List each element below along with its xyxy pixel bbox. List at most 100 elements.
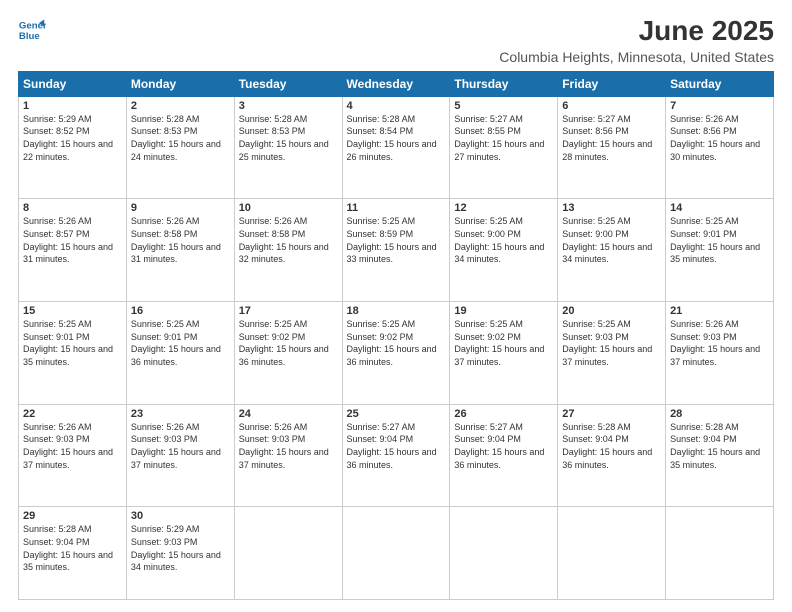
day-number: 29: [23, 510, 122, 522]
col-saturday: Saturday: [666, 71, 774, 96]
day-info: Sunrise: 5:25 AM Sunset: 9:00 PM Dayligh…: [562, 215, 661, 265]
day-cell-12: 12 Sunrise: 5:25 AM Sunset: 9:00 PM Dayl…: [450, 199, 558, 302]
logo-icon: General Blue: [18, 16, 46, 44]
day-number: 4: [347, 100, 446, 112]
day-info: Sunrise: 5:29 AM Sunset: 8:52 PM Dayligh…: [23, 113, 122, 163]
day-cell-3: 3 Sunrise: 5:28 AM Sunset: 8:53 PM Dayli…: [234, 96, 342, 199]
day-cell-29: 29 Sunrise: 5:28 AM Sunset: 9:04 PM Dayl…: [19, 507, 127, 600]
day-cell-10: 10 Sunrise: 5:26 AM Sunset: 8:58 PM Dayl…: [234, 199, 342, 302]
day-number: 19: [454, 305, 553, 317]
week-row-1: 1 Sunrise: 5:29 AM Sunset: 8:52 PM Dayli…: [19, 96, 774, 199]
day-cell-14: 14 Sunrise: 5:25 AM Sunset: 9:01 PM Dayl…: [666, 199, 774, 302]
day-info: Sunrise: 5:29 AM Sunset: 9:03 PM Dayligh…: [131, 523, 230, 573]
day-cell-23: 23 Sunrise: 5:26 AM Sunset: 9:03 PM Dayl…: [126, 404, 234, 507]
day-number: 24: [239, 408, 338, 420]
day-info: Sunrise: 5:26 AM Sunset: 8:56 PM Dayligh…: [670, 113, 769, 163]
day-cell-2: 2 Sunrise: 5:28 AM Sunset: 8:53 PM Dayli…: [126, 96, 234, 199]
day-info: Sunrise: 5:28 AM Sunset: 9:04 PM Dayligh…: [670, 421, 769, 471]
day-number: 12: [454, 202, 553, 214]
day-number: 18: [347, 305, 446, 317]
day-info: Sunrise: 5:25 AM Sunset: 9:02 PM Dayligh…: [239, 318, 338, 368]
header: General Blue June 2025 Columbia Heights,…: [18, 16, 774, 65]
day-info: Sunrise: 5:26 AM Sunset: 8:57 PM Dayligh…: [23, 215, 122, 265]
week-row-2: 8 Sunrise: 5:26 AM Sunset: 8:57 PM Dayli…: [19, 199, 774, 302]
empty-cell: [234, 507, 342, 600]
day-cell-1: 1 Sunrise: 5:29 AM Sunset: 8:52 PM Dayli…: [19, 96, 127, 199]
day-number: 2: [131, 100, 230, 112]
day-info: Sunrise: 5:27 AM Sunset: 9:04 PM Dayligh…: [347, 421, 446, 471]
day-number: 17: [239, 305, 338, 317]
col-thursday: Thursday: [450, 71, 558, 96]
day-info: Sunrise: 5:25 AM Sunset: 9:00 PM Dayligh…: [454, 215, 553, 265]
empty-cell: [558, 507, 666, 600]
day-number: 16: [131, 305, 230, 317]
day-number: 15: [23, 305, 122, 317]
main-title: June 2025: [499, 16, 774, 47]
day-info: Sunrise: 5:27 AM Sunset: 8:56 PM Dayligh…: [562, 113, 661, 163]
day-number: 30: [131, 510, 230, 522]
day-number: 5: [454, 100, 553, 112]
svg-text:Blue: Blue: [19, 31, 40, 42]
day-number: 8: [23, 202, 122, 214]
week-row-3: 15 Sunrise: 5:25 AM Sunset: 9:01 PM Dayl…: [19, 302, 774, 405]
col-tuesday: Tuesday: [234, 71, 342, 96]
day-number: 3: [239, 100, 338, 112]
day-info: Sunrise: 5:25 AM Sunset: 9:01 PM Dayligh…: [23, 318, 122, 368]
day-cell-6: 6 Sunrise: 5:27 AM Sunset: 8:56 PM Dayli…: [558, 96, 666, 199]
day-cell-4: 4 Sunrise: 5:28 AM Sunset: 8:54 PM Dayli…: [342, 96, 450, 199]
day-info: Sunrise: 5:28 AM Sunset: 9:04 PM Dayligh…: [23, 523, 122, 573]
day-number: 26: [454, 408, 553, 420]
day-cell-30: 30 Sunrise: 5:29 AM Sunset: 9:03 PM Dayl…: [126, 507, 234, 600]
day-number: 23: [131, 408, 230, 420]
day-cell-9: 9 Sunrise: 5:26 AM Sunset: 8:58 PM Dayli…: [126, 199, 234, 302]
day-number: 13: [562, 202, 661, 214]
day-info: Sunrise: 5:26 AM Sunset: 9:03 PM Dayligh…: [239, 421, 338, 471]
day-info: Sunrise: 5:27 AM Sunset: 9:04 PM Dayligh…: [454, 421, 553, 471]
day-number: 9: [131, 202, 230, 214]
day-number: 1: [23, 100, 122, 112]
day-cell-13: 13 Sunrise: 5:25 AM Sunset: 9:00 PM Dayl…: [558, 199, 666, 302]
day-cell-17: 17 Sunrise: 5:25 AM Sunset: 9:02 PM Dayl…: [234, 302, 342, 405]
day-cell-21: 21 Sunrise: 5:26 AM Sunset: 9:03 PM Dayl…: [666, 302, 774, 405]
day-info: Sunrise: 5:25 AM Sunset: 8:59 PM Dayligh…: [347, 215, 446, 265]
day-cell-28: 28 Sunrise: 5:28 AM Sunset: 9:04 PM Dayl…: [666, 404, 774, 507]
day-number: 11: [347, 202, 446, 214]
empty-cell: [666, 507, 774, 600]
col-monday: Monday: [126, 71, 234, 96]
col-friday: Friday: [558, 71, 666, 96]
day-info: Sunrise: 5:25 AM Sunset: 9:03 PM Dayligh…: [562, 318, 661, 368]
logo: General Blue: [18, 16, 46, 44]
empty-cell: [342, 507, 450, 600]
day-cell-22: 22 Sunrise: 5:26 AM Sunset: 9:03 PM Dayl…: [19, 404, 127, 507]
day-info: Sunrise: 5:25 AM Sunset: 9:02 PM Dayligh…: [454, 318, 553, 368]
day-number: 25: [347, 408, 446, 420]
day-info: Sunrise: 5:25 AM Sunset: 9:01 PM Dayligh…: [131, 318, 230, 368]
day-cell-18: 18 Sunrise: 5:25 AM Sunset: 9:02 PM Dayl…: [342, 302, 450, 405]
day-info: Sunrise: 5:28 AM Sunset: 8:53 PM Dayligh…: [131, 113, 230, 163]
day-cell-19: 19 Sunrise: 5:25 AM Sunset: 9:02 PM Dayl…: [450, 302, 558, 405]
day-cell-5: 5 Sunrise: 5:27 AM Sunset: 8:55 PM Dayli…: [450, 96, 558, 199]
week-row-5: 29 Sunrise: 5:28 AM Sunset: 9:04 PM Dayl…: [19, 507, 774, 600]
day-number: 7: [670, 100, 769, 112]
day-info: Sunrise: 5:26 AM Sunset: 9:03 PM Dayligh…: [670, 318, 769, 368]
day-number: 21: [670, 305, 769, 317]
day-cell-26: 26 Sunrise: 5:27 AM Sunset: 9:04 PM Dayl…: [450, 404, 558, 507]
calendar-header-row: Sunday Monday Tuesday Wednesday Thursday…: [19, 71, 774, 96]
day-number: 28: [670, 408, 769, 420]
day-cell-16: 16 Sunrise: 5:25 AM Sunset: 9:01 PM Dayl…: [126, 302, 234, 405]
day-info: Sunrise: 5:26 AM Sunset: 8:58 PM Dayligh…: [131, 215, 230, 265]
day-info: Sunrise: 5:26 AM Sunset: 8:58 PM Dayligh…: [239, 215, 338, 265]
day-cell-7: 7 Sunrise: 5:26 AM Sunset: 8:56 PM Dayli…: [666, 96, 774, 199]
week-row-4: 22 Sunrise: 5:26 AM Sunset: 9:03 PM Dayl…: [19, 404, 774, 507]
day-cell-15: 15 Sunrise: 5:25 AM Sunset: 9:01 PM Dayl…: [19, 302, 127, 405]
empty-cell: [450, 507, 558, 600]
day-cell-20: 20 Sunrise: 5:25 AM Sunset: 9:03 PM Dayl…: [558, 302, 666, 405]
day-cell-11: 11 Sunrise: 5:25 AM Sunset: 8:59 PM Dayl…: [342, 199, 450, 302]
day-info: Sunrise: 5:26 AM Sunset: 9:03 PM Dayligh…: [23, 421, 122, 471]
col-sunday: Sunday: [19, 71, 127, 96]
day-info: Sunrise: 5:28 AM Sunset: 8:53 PM Dayligh…: [239, 113, 338, 163]
day-info: Sunrise: 5:25 AM Sunset: 9:02 PM Dayligh…: [347, 318, 446, 368]
day-cell-24: 24 Sunrise: 5:26 AM Sunset: 9:03 PM Dayl…: [234, 404, 342, 507]
day-number: 6: [562, 100, 661, 112]
day-cell-25: 25 Sunrise: 5:27 AM Sunset: 9:04 PM Dayl…: [342, 404, 450, 507]
